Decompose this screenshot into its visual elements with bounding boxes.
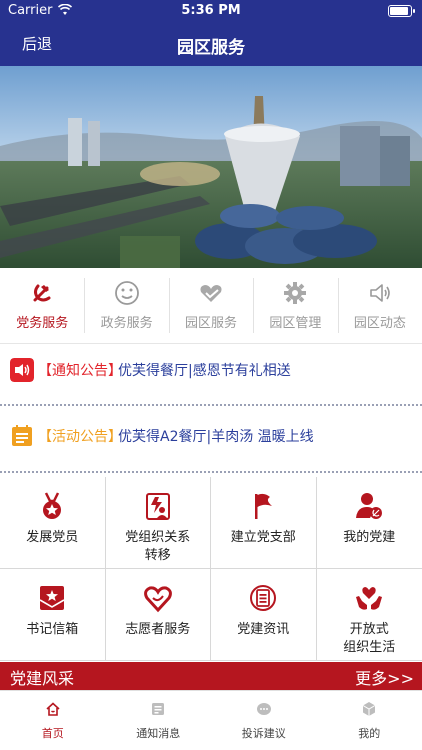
- smiley-icon: [114, 281, 139, 305]
- tab-park-news[interactable]: 园区动态: [337, 268, 422, 343]
- transfer-icon: [145, 493, 170, 520]
- tab-label: 园区管理: [269, 316, 322, 331]
- service-label: 志愿者服务: [125, 622, 191, 637]
- tab-profile[interactable]: 我的: [317, 691, 422, 750]
- service-grid: 发展党员 党组织关系 转移 建立党支部 我的党建 书记信箱 志愿者服务 党建资讯…: [0, 477, 422, 661]
- hero-image: [0, 66, 422, 268]
- clock: 5:36 PM: [181, 3, 241, 18]
- service-label: 建立党支部: [230, 530, 296, 545]
- page-title: 园区服务: [177, 38, 245, 58]
- notice-activity[interactable]: 【活动公告】 优芙得A2餐厅|羊肉汤 温暖上线: [0, 408, 422, 464]
- list-icon: [12, 425, 32, 446]
- section-title: 党建风采: [10, 669, 75, 688]
- hero-carousel[interactable]: [0, 66, 422, 268]
- tab-label: 党务服务: [16, 316, 69, 331]
- tab-park-management[interactable]: 园区管理: [253, 268, 337, 343]
- service-label: 书记信箱: [26, 622, 79, 637]
- service-my-party[interactable]: 我的党建: [316, 477, 422, 569]
- status-bar: Carrier 5:36 PM: [0, 0, 422, 22]
- service-label: 我的党建: [343, 530, 396, 545]
- more-link[interactable]: 更多>>: [355, 665, 414, 689]
- tab-notifications[interactable]: 通知消息: [106, 691, 212, 750]
- divider: [0, 404, 422, 406]
- service-volunteer[interactable]: 志愿者服务: [105, 569, 211, 661]
- party-emblem-icon: [33, 284, 51, 302]
- tab-government-service[interactable]: 政务服务: [84, 268, 168, 343]
- tab-label: 首页: [41, 727, 64, 740]
- speaker-icon: [10, 358, 34, 382]
- bottom-tab-bar: 首页 通知消息 投诉建议 我的: [0, 690, 422, 750]
- feedback-icon: [256, 703, 271, 715]
- service-build-branch[interactable]: 建立党支部: [211, 477, 317, 569]
- service-label: 党组织关系 转移: [125, 530, 191, 563]
- notice-announcement[interactable]: 【通知公告】 优芙得餐厅|感恩节有礼相送: [0, 342, 422, 398]
- tab-feedback[interactable]: 投诉建议: [211, 691, 317, 750]
- divider: [0, 471, 422, 473]
- service-transfer-relation[interactable]: 党组织关系 转移: [105, 477, 211, 569]
- tab-label: 园区动态: [353, 316, 406, 331]
- tab-label: 我的: [358, 727, 381, 740]
- user-emblem-icon: [356, 493, 383, 519]
- gear-icon: [284, 282, 307, 304]
- service-label: 党建资讯: [237, 622, 290, 637]
- service-label: 开放式 组织生活: [343, 622, 396, 655]
- home-icon: [46, 702, 60, 716]
- service-secretary-mailbox[interactable]: 书记信箱: [0, 569, 106, 661]
- notice-tag: 【通知公告】: [38, 363, 122, 379]
- hands-heart-icon: [356, 587, 383, 610]
- tab-label: 政务服务: [100, 316, 153, 331]
- message-icon: [152, 703, 165, 715]
- service-develop-member[interactable]: 发展党员: [0, 477, 106, 569]
- news-icon: [250, 585, 277, 611]
- navigation-bar: 后退 园区服务: [0, 22, 422, 66]
- notice-tag: 【活动公告】: [38, 429, 122, 445]
- tab-home[interactable]: 首页: [0, 691, 106, 750]
- notice-text[interactable]: 优芙得A2餐厅|羊肉汤 温暖上线: [118, 426, 314, 446]
- tab-label: 投诉建议: [241, 727, 286, 740]
- profile-icon: [362, 702, 376, 716]
- tab-label: 通知消息: [136, 727, 181, 740]
- tab-park-service[interactable]: 园区服务: [168, 268, 253, 343]
- heart-icon: [143, 586, 172, 613]
- battery-icon: [388, 5, 415, 17]
- speaker-icon: [370, 284, 390, 302]
- service-open-org-life[interactable]: 开放式 组织生活: [316, 569, 422, 661]
- flag-icon: [255, 493, 273, 519]
- category-tabs: 党务服务 政务服务 园区服务 园区管理 园区动态: [0, 268, 422, 344]
- tab-label: 园区服务: [185, 316, 238, 331]
- service-party-news[interactable]: 党建资讯: [211, 569, 317, 661]
- section-banner: 党建风采 更多>>: [0, 662, 422, 690]
- medal-icon: [43, 492, 62, 519]
- tab-party-service[interactable]: 党务服务: [0, 268, 84, 343]
- service-label: 发展党员: [26, 530, 79, 545]
- notice-text[interactable]: 优芙得餐厅|感恩节有礼相送: [118, 360, 291, 380]
- heart-hand-icon: [200, 285, 222, 302]
- mailbox-icon: [39, 586, 65, 610]
